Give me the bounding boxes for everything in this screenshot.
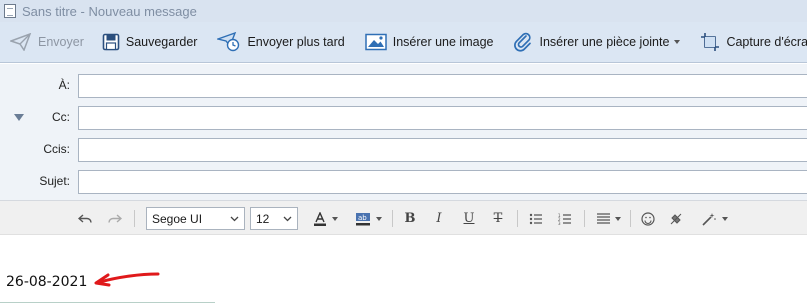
screenshot-button[interactable]: Capture d'écran	[696, 27, 807, 57]
insert-attachment-button[interactable]: Insérer une pièce jointe	[509, 27, 684, 57]
undo-icon[interactable]	[76, 201, 94, 236]
font-family-select[interactable]: Segoe UI	[146, 207, 245, 230]
chevron-down-icon	[283, 216, 292, 222]
bold-icon[interactable]: B	[402, 201, 418, 236]
bcc-label: Ccis:	[43, 142, 70, 156]
save-label: Sauvegarder	[125, 35, 198, 49]
separator	[584, 210, 585, 227]
insert-image-label: Insérer une image	[392, 35, 494, 49]
align-dropdown-icon[interactable]	[615, 216, 621, 221]
window-title: Sans titre - Nouveau message	[22, 3, 197, 19]
magic-wand-button[interactable]	[698, 201, 730, 236]
underline-icon[interactable]: U	[461, 201, 477, 236]
redo-icon[interactable]	[106, 201, 124, 236]
bullet-list-icon[interactable]	[527, 201, 545, 236]
strikethrough-icon[interactable]: T	[490, 201, 506, 236]
separator	[630, 210, 631, 227]
send-label: Envoyer	[38, 35, 84, 49]
font-family-value: Segoe UI	[152, 211, 203, 226]
message-body[interactable]: 26-08-2021	[0, 236, 807, 308]
chevron-down-icon	[230, 216, 239, 222]
text-color-dropdown-icon[interactable]	[331, 216, 338, 221]
highlight-dropdown-icon[interactable]	[375, 216, 382, 221]
cc-row: Cc:	[0, 106, 807, 130]
magic-wand-dropdown-icon[interactable]	[721, 216, 728, 221]
bcc-input[interactable]	[78, 138, 807, 162]
svg-text:ab: ab	[358, 214, 367, 222]
to-label: À:	[58, 78, 70, 92]
clear-format-icon[interactable]	[667, 201, 685, 236]
numbered-list-icon[interactable]: 123	[556, 201, 574, 236]
separator	[392, 210, 393, 227]
to-input[interactable]	[78, 74, 807, 98]
subject-input[interactable]	[78, 170, 807, 194]
save-button[interactable]: Sauvegarder	[98, 27, 202, 57]
separator	[517, 210, 518, 227]
subject-row: Sujet:	[0, 170, 807, 194]
document-icon	[4, 4, 16, 18]
cc-label: Cc:	[52, 110, 70, 124]
cc-expand-triangle-icon[interactable]	[14, 114, 24, 121]
font-size-value: 12	[256, 211, 270, 226]
highlight-color-icon: ab	[355, 212, 370, 225]
svg-text:3: 3	[558, 221, 561, 225]
subject-label: Sujet:	[39, 174, 70, 188]
message-header-fields: À: Cc: Ccis: Sujet:	[0, 64, 807, 200]
insert-image-button[interactable]: Insérer une image	[361, 27, 498, 57]
highlight-color-button[interactable]: ab	[351, 201, 385, 236]
divider-line	[0, 302, 215, 303]
send-later-clock-icon	[217, 32, 240, 52]
attachment-dropdown-icon[interactable]	[674, 40, 681, 44]
send-button[interactable]: Envoyer	[6, 27, 88, 57]
separator	[134, 210, 135, 227]
paperclip-icon	[514, 32, 532, 52]
text-color-icon	[313, 211, 326, 226]
align-button[interactable]	[594, 201, 624, 236]
red-arrow-annotation-icon	[94, 272, 160, 287]
align-icon	[597, 213, 610, 224]
to-row: À:	[0, 74, 807, 98]
screenshot-crop-icon	[701, 33, 720, 51]
screenshot-label: Capture d'écran	[726, 35, 807, 49]
main-toolbar: Envoyer Sauvegarder Envoyer plus tard In…	[0, 22, 807, 63]
text-color-button[interactable]	[310, 201, 340, 236]
image-icon	[364, 33, 387, 51]
magic-wand-icon	[701, 212, 716, 226]
formatting-toolbar: Segoe UI 12 ab B I U T 123	[0, 200, 807, 235]
cc-input[interactable]	[78, 106, 807, 130]
floppy-save-icon	[102, 33, 120, 51]
font-size-select[interactable]: 12	[250, 207, 298, 230]
title-bar: Sans titre - Nouveau message	[0, 0, 807, 22]
send-later-label: Envoyer plus tard	[247, 35, 345, 49]
insert-attachment-label: Insérer une pièce jointe	[539, 35, 670, 49]
emoji-icon[interactable]	[639, 201, 657, 236]
send-later-button[interactable]: Envoyer plus tard	[213, 27, 348, 57]
send-icon	[10, 33, 32, 51]
bcc-row: Ccis:	[0, 138, 807, 162]
italic-icon[interactable]: I	[431, 201, 447, 236]
body-date-text: 26-08-2021	[6, 274, 88, 290]
